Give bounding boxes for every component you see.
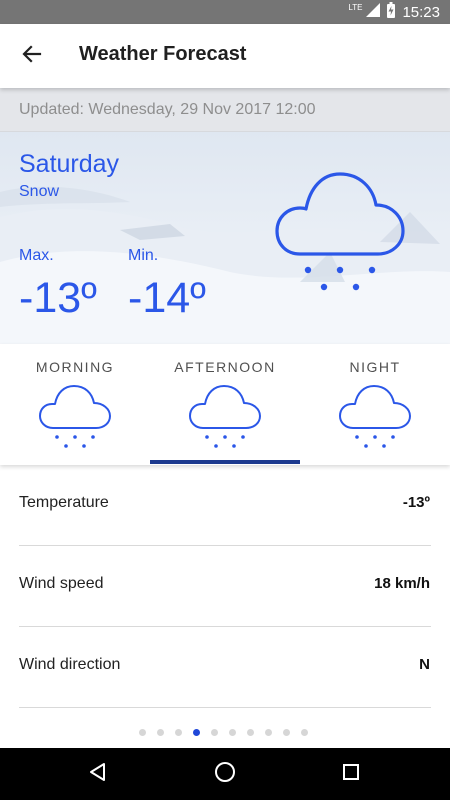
triangle-back-icon [88,762,108,787]
page-dot[interactable] [157,729,164,736]
max-temp-value: -13º [19,274,97,322]
max-temp-label: Max. [19,247,54,264]
circle-home-icon [214,761,236,788]
snow-cloud-icon [338,384,412,455]
page-dot[interactable] [175,729,182,736]
app-bar: Weather Forecast [0,24,450,88]
tab-morning[interactable]: MORNING [0,344,150,465]
tab-night[interactable]: NIGHT [300,344,450,465]
page-dot[interactable] [283,729,290,736]
forecast-day: Saturday [19,150,120,178]
page-dot[interactable] [139,729,146,736]
page-dot[interactable] [211,729,218,736]
snow-cloud-icon [274,168,406,301]
detail-value: 18 km/h [374,575,430,592]
detail-value: -13º [402,494,430,511]
nav-home-button[interactable] [209,758,241,790]
forecast-hero: Saturday Snow Max. Min. -13º -14º [0,132,450,344]
status-bar: LTE 15:23 [0,0,450,24]
back-button[interactable] [12,36,52,76]
day-period-tabs: MORNING AFTERNOON NIGHT [0,344,450,465]
nav-recents-button[interactable] [335,758,367,790]
snow-cloud-icon [188,384,262,455]
page-dot[interactable] [301,729,308,736]
tab-afternoon[interactable]: AFTERNOON [150,344,300,465]
page-dot[interactable] [265,729,272,736]
detail-label: Wind speed [19,575,104,592]
detail-row-wind-direction: Wind direction N [19,628,431,708]
status-icons: LTE 15:23 [348,0,440,24]
network-type: LTE [348,2,363,12]
page-indicator [139,729,308,736]
min-temp-value: -14º [128,274,206,322]
tab-label: NIGHT [349,359,401,375]
min-temp-label: Min. [128,247,159,264]
detail-value: N [419,656,430,673]
page-dot[interactable] [247,729,254,736]
battery-icon [386,2,396,22]
updated-timestamp: Updated: Wednesday, 29 Nov 2017 12:00 [0,88,450,132]
detail-row-wind-speed: Wind speed 18 km/h [19,547,431,627]
page-dot[interactable] [229,729,236,736]
system-navigation-bar [0,748,450,800]
detail-label: Wind direction [19,656,121,673]
signal-icon [366,3,381,21]
detail-label: Temperature [19,494,109,511]
tab-label: MORNING [35,359,115,375]
nav-back-button[interactable] [82,758,114,790]
forecast-condition: Snow [19,183,60,200]
snow-cloud-icon [38,384,112,455]
arrow-back-icon [22,44,42,69]
square-recents-icon [342,763,360,786]
detail-row-temperature: Temperature -13º [19,466,431,546]
page-title: Weather Forecast [79,43,247,65]
page-dot-active[interactable] [193,729,200,736]
selected-tab-indicator [150,460,300,464]
tab-label: AFTERNOON [174,359,276,375]
clock: 15:23 [402,3,440,21]
